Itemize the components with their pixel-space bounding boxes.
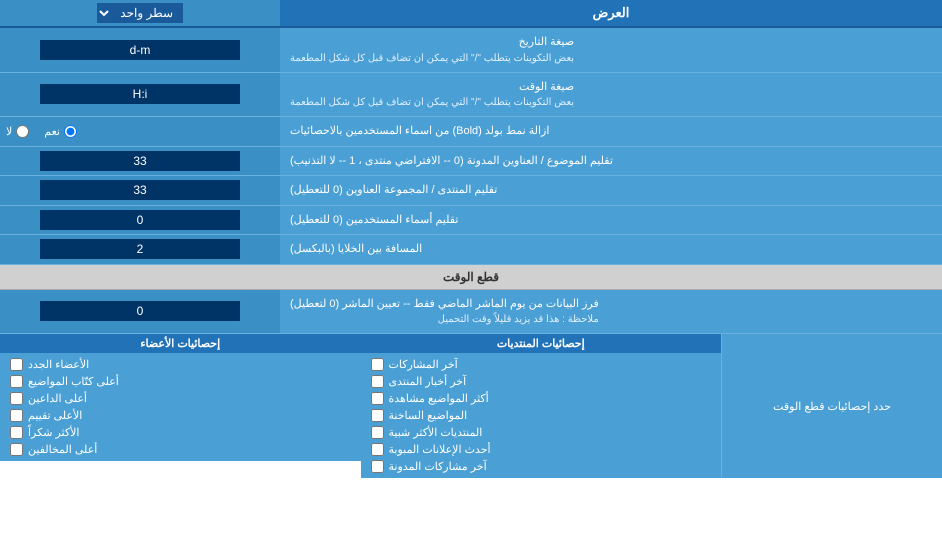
members-stat-item: أعلى الداعين: [10, 392, 351, 405]
members-stats-header: إحصائيات الأعضاء: [0, 334, 361, 353]
display-select[interactable]: سطر واحد سطران ثلاثة أسطر: [97, 3, 183, 23]
bold-remove-label: ازالة نمط بولد (Bold) من اسماء المستخدمي…: [280, 117, 942, 146]
cutoff-section-header: قطع الوقت: [0, 265, 942, 290]
forums-stat-checkbox-3[interactable]: [371, 392, 384, 405]
user-names-label: تقليم أسماء المستخدمين (0 للتعطيل): [280, 206, 942, 235]
select-cell[interactable]: سطر واحد سطران ثلاثة أسطر: [0, 0, 280, 26]
time-format-label: صيغة الوقت بعض التكوينات يتطلب "/" التي …: [280, 73, 942, 117]
forums-stat-checkbox-5[interactable]: [371, 426, 384, 439]
user-names-input-cell: [0, 206, 280, 235]
date-format-input-cell: [0, 28, 280, 72]
forums-stat-item: المواضيع الساخنة: [371, 409, 712, 422]
members-stat-checkbox-3[interactable]: [10, 392, 23, 405]
members-stat-checkbox-5[interactable]: [10, 426, 23, 439]
forum-pagination-label: تقليم المنتدى / المجموعة العناوين (0 للت…: [280, 176, 942, 205]
forums-stat-checkbox-4[interactable]: [371, 409, 384, 422]
forums-stat-checkbox-6[interactable]: [371, 443, 384, 456]
display-row: العرض سطر واحد سطران ثلاثة أسطر: [0, 0, 942, 28]
time-format-input[interactable]: [40, 84, 240, 104]
bold-yes-option[interactable]: نعم: [44, 125, 77, 138]
forums-stat-item: المنتديات الأكثر شبية: [371, 426, 712, 439]
cutoff-days-input-cell: [0, 290, 280, 334]
forums-stat-item: أكثر المواضيع مشاهدة: [371, 392, 712, 405]
members-stat-checkbox-1[interactable]: [10, 358, 23, 371]
forums-stat-item: آخر أخبار المنتدى: [371, 375, 712, 388]
bold-no-option[interactable]: لا: [6, 125, 29, 138]
cell-spacing-row: المسافة بين الخلايا (بالبكسل): [0, 235, 942, 265]
cutoff-days-input[interactable]: [40, 301, 240, 321]
forums-stat-checkbox-1[interactable]: [371, 358, 384, 371]
forums-stat-item: آخر مشاركات المدونة: [371, 460, 712, 473]
members-stat-item: الأعلى تقييم: [10, 409, 351, 422]
forums-stat-item: أحدث الإعلانات المبوبة: [371, 443, 712, 456]
time-format-input-cell: [0, 73, 280, 117]
user-names-input[interactable]: [40, 210, 240, 230]
members-stats-col: إحصائيات الأعضاء الأعضاء الجدد أعلى كتّا…: [0, 334, 361, 478]
topics-pagination-row: تقليم الموضوع / العناوين المدونة (0 -- ا…: [0, 147, 942, 177]
forums-stats-header: إحصائيات المنتديات: [361, 334, 722, 353]
members-stat-item: أعلى كتّاب المواضيع: [10, 375, 351, 388]
bold-no-radio[interactable]: [16, 125, 29, 138]
forums-stats-items: آخر المشاركات آخر أخبار المنتدى أكثر الم…: [361, 353, 722, 478]
date-format-label: صيغة التاريخ بعض التكوينات يتطلب "/" الت…: [280, 28, 942, 72]
date-format-row: صيغة التاريخ بعض التكوينات يتطلب "/" الت…: [0, 28, 942, 73]
members-stat-item: الأعضاء الجدد: [10, 358, 351, 371]
forum-pagination-row: تقليم المنتدى / المجموعة العناوين (0 للت…: [0, 176, 942, 206]
members-stats-items: الأعضاء الجدد أعلى كتّاب المواضيع أعلى ا…: [0, 353, 361, 461]
members-stat-item: الأكثر شكراً: [10, 426, 351, 439]
topics-pagination-label: تقليم الموضوع / العناوين المدونة (0 -- ا…: [280, 147, 942, 176]
members-stat-checkbox-2[interactable]: [10, 375, 23, 388]
bold-remove-row: ازالة نمط بولد (Bold) من اسماء المستخدمي…: [0, 117, 942, 147]
cutoff-days-label: فرز البيانات من يوم الماشر الماضي فقط --…: [280, 290, 942, 334]
display-label: العرض: [280, 0, 942, 26]
bold-remove-options: نعم لا: [0, 117, 280, 146]
topics-pagination-input-cell: [0, 147, 280, 176]
stats-section: حدد إحصائيات قطع الوقت إحصائيات المنتديا…: [0, 334, 942, 478]
forums-stats-col: إحصائيات المنتديات آخر المشاركات آخر أخب…: [361, 334, 723, 478]
user-names-row: تقليم أسماء المستخدمين (0 للتعطيل): [0, 206, 942, 236]
forum-pagination-input-cell: [0, 176, 280, 205]
forum-pagination-input[interactable]: [40, 180, 240, 200]
cell-spacing-input-cell: [0, 235, 280, 264]
cell-spacing-input[interactable]: [40, 239, 240, 259]
time-format-row: صيغة الوقت بعض التكوينات يتطلب "/" التي …: [0, 73, 942, 118]
cell-spacing-label: المسافة بين الخلايا (بالبكسل): [280, 235, 942, 264]
members-stat-checkbox-6[interactable]: [10, 443, 23, 456]
cutoff-days-row: فرز البيانات من يوم الماشر الماضي فقط --…: [0, 290, 942, 335]
date-format-input[interactable]: [40, 40, 240, 60]
forums-stat-item: آخر المشاركات: [371, 358, 712, 371]
members-stat-item: أعلى المخالفين: [10, 443, 351, 456]
members-stat-checkbox-4[interactable]: [10, 409, 23, 422]
define-stats-cell: حدد إحصائيات قطع الوقت: [722, 334, 942, 478]
bold-yes-radio[interactable]: [64, 125, 77, 138]
forums-stat-checkbox-2[interactable]: [371, 375, 384, 388]
forums-stat-checkbox-7[interactable]: [371, 460, 384, 473]
topics-pagination-input[interactable]: [40, 151, 240, 171]
